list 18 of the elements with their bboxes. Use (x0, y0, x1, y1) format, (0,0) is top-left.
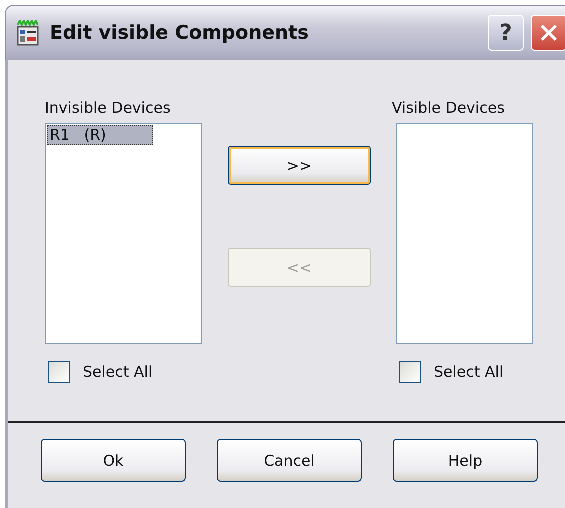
checkbox-label: Select All (434, 363, 504, 381)
list-label: Visible Devices (392, 98, 506, 118)
device-list[interactable]: R1 (R) (45, 123, 202, 344)
close-button[interactable] (531, 15, 565, 51)
move-button[interactable]: >> (228, 146, 371, 185)
checkbox[interactable] (399, 361, 421, 383)
dialog-button[interactable]: Help (393, 439, 538, 482)
app-icon (16, 20, 40, 46)
dialog-button[interactable]: Cancel (217, 439, 362, 482)
close-icon (540, 24, 558, 42)
help-button[interactable]: ? (488, 15, 524, 51)
checkbox[interactable] (48, 361, 70, 383)
checkbox-label: Select All (83, 363, 153, 381)
list-label: Invisible Devices (45, 98, 172, 118)
dialog-button[interactable]: Ok (41, 439, 186, 482)
list-item[interactable]: R1 (R) (47, 125, 153, 145)
window-title: Edit visible Components (50, 22, 310, 44)
device-list[interactable] (396, 123, 533, 344)
